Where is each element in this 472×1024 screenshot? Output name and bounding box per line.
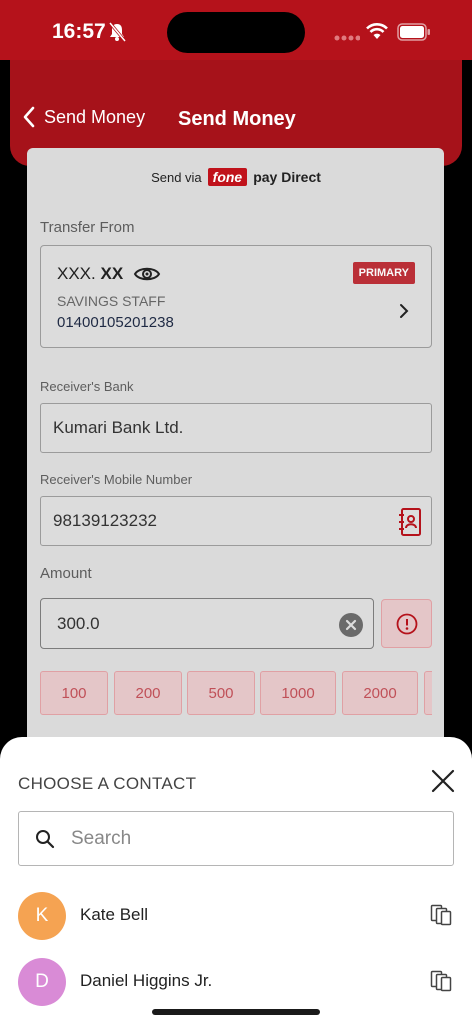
receiver-mobile-value: 98139123232 (53, 511, 158, 530)
amount-value: 300.0 (57, 613, 100, 633)
quick-amount-chips: 100 200 500 1000 2000 (40, 671, 432, 715)
receiver-bank-field[interactable]: Kumari Bank Ltd. (40, 403, 432, 453)
contact-name: Daniel Higgins Jr. (80, 971, 213, 990)
back-button[interactable]: Send Money (22, 106, 145, 128)
send-via-prefix: Send via (151, 169, 202, 185)
close-icon[interactable] (430, 768, 456, 794)
amount-field[interactable]: 300.0 (40, 598, 374, 649)
amount-info-button[interactable] (381, 599, 432, 648)
quick-amount-chip-partial[interactable] (424, 671, 432, 715)
contact-row[interactable]: K Kate Bell (0, 886, 472, 946)
pay-direct-label: pay Direct (253, 169, 321, 185)
quick-amount-chip[interactable]: 1000 (260, 671, 336, 715)
page-title: Send Money (178, 108, 296, 130)
search-icon (36, 830, 55, 849)
multiple-numbers-icon[interactable] (430, 904, 452, 926)
amount-label: Amount (40, 565, 92, 582)
bell-muted-icon (108, 22, 126, 42)
sheet-title: CHOOSE A CONTACT (18, 774, 197, 793)
receiver-mobile-field[interactable]: 98139123232 (40, 496, 432, 546)
contact-book-icon[interactable] (397, 507, 423, 537)
status-time: 16:57 (52, 20, 106, 43)
fonepay-logo: fone (207, 168, 248, 186)
dynamic-island (167, 12, 305, 53)
account-number: 01400105201238 (57, 314, 174, 331)
avatar: K (18, 892, 66, 940)
quick-amount-chip[interactable]: 500 (187, 671, 255, 715)
transfer-from-label: Transfer From (40, 219, 135, 236)
info-icon (396, 613, 417, 634)
quick-amount-chip[interactable]: 200 (114, 671, 182, 715)
search-input[interactable] (71, 826, 441, 852)
wifi-icon (366, 23, 388, 39)
receiver-bank-label: Receiver's Bank (40, 379, 134, 394)
battery-icon (397, 23, 430, 41)
contact-search-box (18, 811, 454, 866)
contact-row[interactable]: D Daniel Higgins Jr. (0, 952, 472, 1012)
mask-bold: XX (100, 264, 124, 283)
multiple-numbers-icon[interactable] (430, 970, 452, 992)
chevron-left-icon (23, 106, 35, 128)
avatar: D (18, 958, 66, 1006)
receiver-mobile-label: Receiver's Mobile Number (40, 472, 193, 487)
home-indicator[interactable] (152, 1009, 320, 1015)
clear-input-icon[interactable] (339, 613, 363, 637)
send-via-banner: Send via fone pay Direct (0, 168, 472, 186)
primary-badge: PRIMARY (352, 262, 415, 284)
contact-name: Kate Bell (80, 905, 149, 924)
account-type: SAVINGS STAFF (57, 293, 166, 309)
masked-balance: XXX. XX (57, 264, 161, 284)
eye-icon[interactable] (133, 265, 161, 283)
back-label: Send Money (44, 106, 146, 127)
account-selector[interactable]: XXX. XX PRIMARY SAVINGS STAFF 0140010520… (40, 245, 432, 348)
mask-prefix: XXX. (57, 264, 96, 283)
chevron-right-icon (400, 304, 409, 318)
quick-amount-chip[interactable]: 100 (40, 671, 108, 715)
quick-amount-chip[interactable]: 2000 (342, 671, 418, 715)
signal-dots-icon (334, 35, 360, 41)
